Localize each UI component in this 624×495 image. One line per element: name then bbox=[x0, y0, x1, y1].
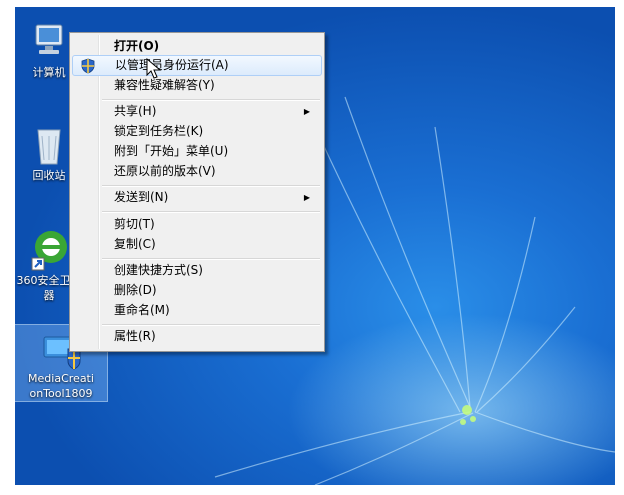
menu-item-send-to[interactable]: 发送到(N) ▶ bbox=[72, 187, 322, 208]
360-safe-icon bbox=[26, 227, 72, 273]
menu-item-label: 重命名(M) bbox=[114, 303, 170, 317]
menu-item-properties[interactable]: 属性(R) bbox=[72, 326, 322, 347]
menu-item-label: 锁定到任务栏(K) bbox=[114, 124, 204, 138]
menu-item-delete[interactable]: 删除(D) bbox=[72, 280, 322, 301]
menu-item-label: 打开(O) bbox=[114, 39, 160, 53]
computer-icon bbox=[26, 19, 72, 65]
menu-item-compatibility[interactable]: 兼容性疑难解答(Y) bbox=[72, 75, 322, 96]
recycle-bin-icon bbox=[26, 122, 72, 168]
menu-item-label: 发送到(N) bbox=[114, 190, 169, 204]
menu-item-label: 创建快捷方式(S) bbox=[114, 263, 203, 277]
menu-item-pin-start[interactable]: 附到「开始」菜单(U) bbox=[72, 141, 322, 162]
menu-item-label: 还原以前的版本(V) bbox=[114, 164, 216, 178]
desktop-icon-label: MediaCreati bbox=[28, 372, 94, 385]
menu-item-label: 属性(R) bbox=[114, 329, 156, 343]
menu-item-label: 共享(H) bbox=[114, 104, 157, 118]
menu-item-label: 删除(D) bbox=[114, 283, 157, 297]
menu-separator bbox=[102, 211, 320, 213]
menu-item-label: 附到「开始」菜单(U) bbox=[114, 144, 229, 158]
uac-shield-icon bbox=[81, 58, 95, 74]
submenu-arrow-icon: ▶ bbox=[303, 107, 310, 116]
menu-item-restore-versions[interactable]: 还原以前的版本(V) bbox=[72, 161, 322, 182]
menu-item-open[interactable]: 打开(O) bbox=[72, 36, 322, 57]
menu-item-label: 复制(C) bbox=[114, 237, 156, 251]
menu-item-create-shortcut[interactable]: 创建快捷方式(S) bbox=[72, 260, 322, 281]
menu-item-rename[interactable]: 重命名(M) bbox=[72, 300, 322, 321]
menu-item-label: 剪切(T) bbox=[114, 217, 155, 231]
desktop-icon-label-line2: onTool1809 bbox=[29, 387, 93, 400]
menu-item-label: 以管理员身份运行(A) bbox=[115, 58, 229, 72]
context-menu: 打开(O) 以管理员身份运行(A) 兼容性疑难解答(Y) 共享(H) ▶ 锁定到… bbox=[69, 32, 325, 352]
menu-item-share[interactable]: 共享(H) ▶ bbox=[72, 101, 322, 122]
menu-item-cut[interactable]: 剪切(T) bbox=[72, 214, 322, 235]
mouse-cursor-icon bbox=[146, 58, 162, 79]
menu-item-pin-taskbar[interactable]: 锁定到任务栏(K) bbox=[72, 121, 322, 142]
menu-item-run-as-admin[interactable]: 以管理员身份运行(A) bbox=[72, 55, 322, 76]
menu-item-label: 兼容性疑难解答(Y) bbox=[114, 78, 215, 92]
menu-item-copy[interactable]: 复制(C) bbox=[72, 234, 322, 255]
submenu-arrow-icon: ▶ bbox=[303, 193, 310, 202]
